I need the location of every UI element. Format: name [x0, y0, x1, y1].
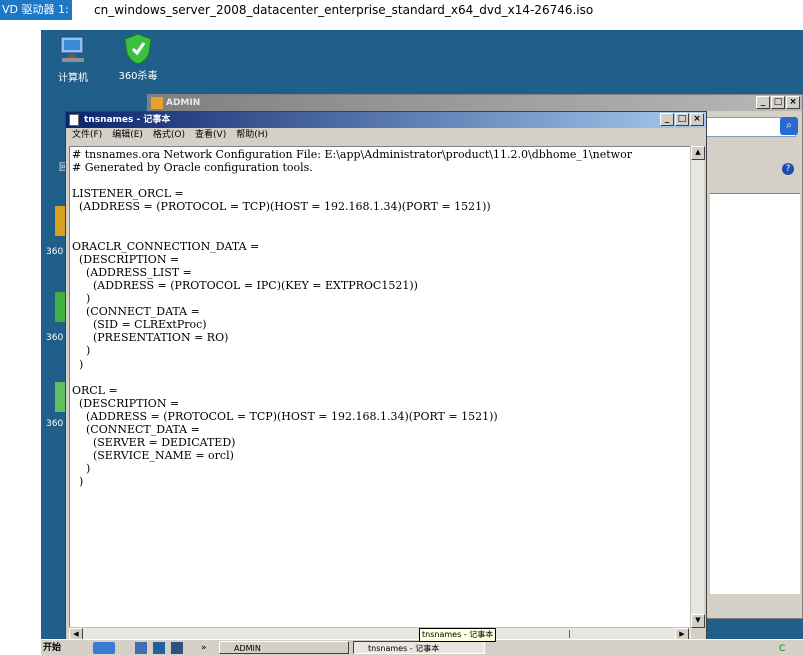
notepad-titlebar[interactable]: tnsnames - 记事本 _ □ × [66, 112, 706, 128]
close-button[interactable]: × [786, 96, 800, 109]
quick-launch-icon[interactable] [93, 642, 115, 654]
partial-desktop-label: 360 [46, 333, 64, 343]
notepad-icon [69, 114, 79, 126]
task-label: ADMIN [234, 644, 261, 653]
task-admin[interactable]: ADMIN [219, 641, 349, 654]
drive-label: VD 驱动器 1: [0, 0, 72, 20]
task-label: tnsnames - 记事本 [368, 644, 440, 653]
show-desktop-icon[interactable] [135, 642, 147, 654]
vm-info-bar: VD 驱动器 1: cn_windows_server_2008_datacen… [0, 0, 803, 20]
system-tray[interactable]: C [779, 641, 803, 655]
notepad-window[interactable]: tnsnames - 记事本 _ □ × 文件(F) 编辑(E) 格式(O) 查… [65, 111, 707, 642]
minimize-button[interactable]: _ [756, 96, 770, 109]
iso-filename[interactable]: cn_windows_server_2008_datacenter_enterp… [94, 0, 593, 20]
admin-content-pane [710, 193, 800, 594]
more-chevron-icon[interactable]: » [201, 640, 207, 655]
desktop-icon-360-antivirus[interactable]: 360杀毒 [108, 32, 168, 82]
notepad-title: tnsnames - 记事本 [84, 115, 171, 125]
menu-help[interactable]: 帮助(H) [236, 128, 268, 143]
tray-text: C [779, 644, 786, 654]
scroll-up-icon[interactable]: ▲ [691, 146, 705, 160]
server-manager-icon[interactable] [153, 642, 165, 654]
scroll-down-icon[interactable]: ▼ [691, 614, 705, 628]
close-button[interactable]: × [690, 113, 704, 126]
desktop-icon-computer[interactable]: 计算机 [43, 34, 103, 84]
help-icon[interactable]: ? [782, 163, 794, 175]
remote-desktop: 计算机 360杀毒 回 360 360 360 ADMIN _ □ × ⌕ ? [41, 30, 803, 655]
search-icon[interactable]: ⌕ [780, 117, 798, 135]
partial-desktop-label: 360 [46, 419, 64, 429]
start-button[interactable]: 开始 [43, 640, 61, 655]
menu-bar: 文件(F) 编辑(E) 格式(O) 查看(V) 帮助(H) [66, 128, 706, 143]
menu-format[interactable]: 格式(O) [153, 128, 185, 143]
powershell-icon[interactable] [171, 642, 183, 654]
task-notepad[interactable]: tnsnames - 记事本 [353, 641, 485, 654]
computer-icon [56, 34, 90, 66]
folder-icon [151, 97, 163, 109]
admin-title: ADMIN [166, 98, 201, 108]
text-editor[interactable]: # tnsnames.ora Network Configuration Fil… [69, 146, 691, 628]
maximize-button[interactable]: □ [771, 96, 785, 109]
admin-titlebar[interactable]: ADMIN _ □ × [148, 95, 802, 111]
menu-file[interactable]: 文件(F) [72, 128, 102, 143]
desktop-icon-label: 360杀毒 [118, 71, 158, 82]
desktop-icon-label: 计算机 [58, 73, 88, 84]
file-content[interactable]: # tnsnames.ora Network Configuration Fil… [70, 147, 690, 488]
menu-view[interactable]: 查看(V) [195, 128, 226, 143]
vertical-scrollbar[interactable]: ▲ ▼ [690, 146, 705, 628]
shield-icon [121, 32, 155, 65]
start-label: 开始 [43, 643, 62, 653]
scroll-thumb-edge [569, 630, 570, 638]
maximize-button[interactable]: □ [675, 113, 689, 126]
taskbar-tooltip: tnsnames - 记事本 [419, 628, 497, 642]
minimize-button[interactable]: _ [660, 113, 674, 126]
menu-edit[interactable]: 编辑(E) [112, 128, 143, 143]
partial-desktop-label: 360 [46, 247, 64, 257]
